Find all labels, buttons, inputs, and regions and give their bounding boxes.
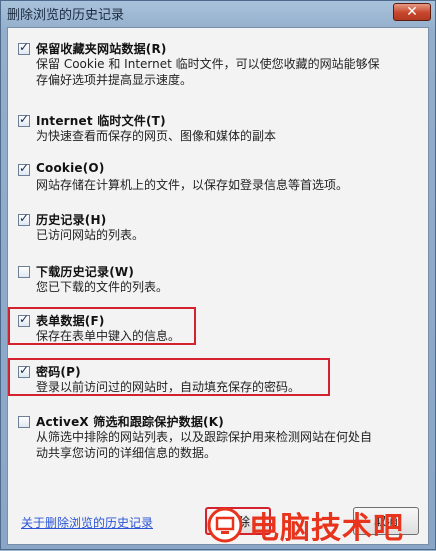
dialog-window: 删除浏览的历史记录 ✕ ✓ 保留收藏夹网站数据(R) 保留 Cookie 和 I… [0,0,436,550]
close-button[interactable]: ✕ [393,3,431,21]
check-icon: ✓ [19,312,30,326]
checkbox-preserve-favorites[interactable]: ✓ [18,40,30,55]
checkbox-activex[interactable] [18,416,30,428]
option-desc: 您已下载的文件的列表。 [36,280,169,294]
option-label: ActiveX 筛选和跟踪保护数据(K) [36,415,224,429]
option-desc: 已访问网站的列表。 [36,228,145,242]
option-label: 保留收藏夹网站数据(R) [36,42,167,56]
close-icon: ✕ [406,4,418,20]
cancel-button[interactable]: 取消 [353,507,419,535]
option-desc: 保留 Cookie 和 Internet 临时文件，可以使您收藏的网站能够保 [36,57,380,71]
checkbox-cookies[interactable]: ✓ [18,161,30,176]
checkbox-history[interactable]: ✓ [18,211,30,226]
option-desc: 从筛选中排除的网站列表，以及跟踪保护用来检测网站在何处自 [36,430,373,444]
about-link[interactable]: 关于删除浏览的历史记录 [21,514,153,531]
option-label: 表单数据(F) [36,314,105,328]
option-label: 密码(P) [36,365,81,379]
option-label: 历史记录(H) [36,213,107,227]
window-title: 删除浏览的历史记录 [7,8,125,23]
option-desc: 网站存储在计算机上的文件，以保存如登录信息等首选项。 [36,178,349,192]
check-icon: ✓ [19,161,30,175]
check-icon: ✓ [19,40,30,54]
dialog-body: ✓ 保留收藏夹网站数据(R) 保留 Cookie 和 Internet 临时文件… [7,27,429,545]
checkbox-temp-files[interactable]: ✓ [18,112,30,127]
checkbox-passwords[interactable]: ✓ [18,363,30,378]
checkbox-download-history[interactable] [18,266,30,278]
option-desc: 动共享您访问的详细信息的数据。 [36,446,217,460]
delete-button[interactable]: 删除 [205,507,271,535]
option-label: 下载历史记录(W) [36,265,135,279]
option-desc: 保存在表单中键入的信息。 [36,329,181,343]
check-icon: ✓ [19,112,30,126]
option-desc: 登录以前访问过的网站时，自动填充保存的密码。 [36,380,301,394]
title-bar: 删除浏览的历史记录 ✕ [1,1,435,25]
option-desc: 存偏好选项并提高显示速度。 [36,73,193,87]
check-icon: ✓ [19,363,30,377]
checkbox-form-data[interactable]: ✓ [18,312,30,327]
option-label: Cookie(O) [36,161,105,175]
option-label: Internet 临时文件(T) [36,114,166,128]
option-desc: 为快速查看而保存的网页、图像和媒体的副本 [36,129,277,143]
check-icon: ✓ [19,211,30,225]
